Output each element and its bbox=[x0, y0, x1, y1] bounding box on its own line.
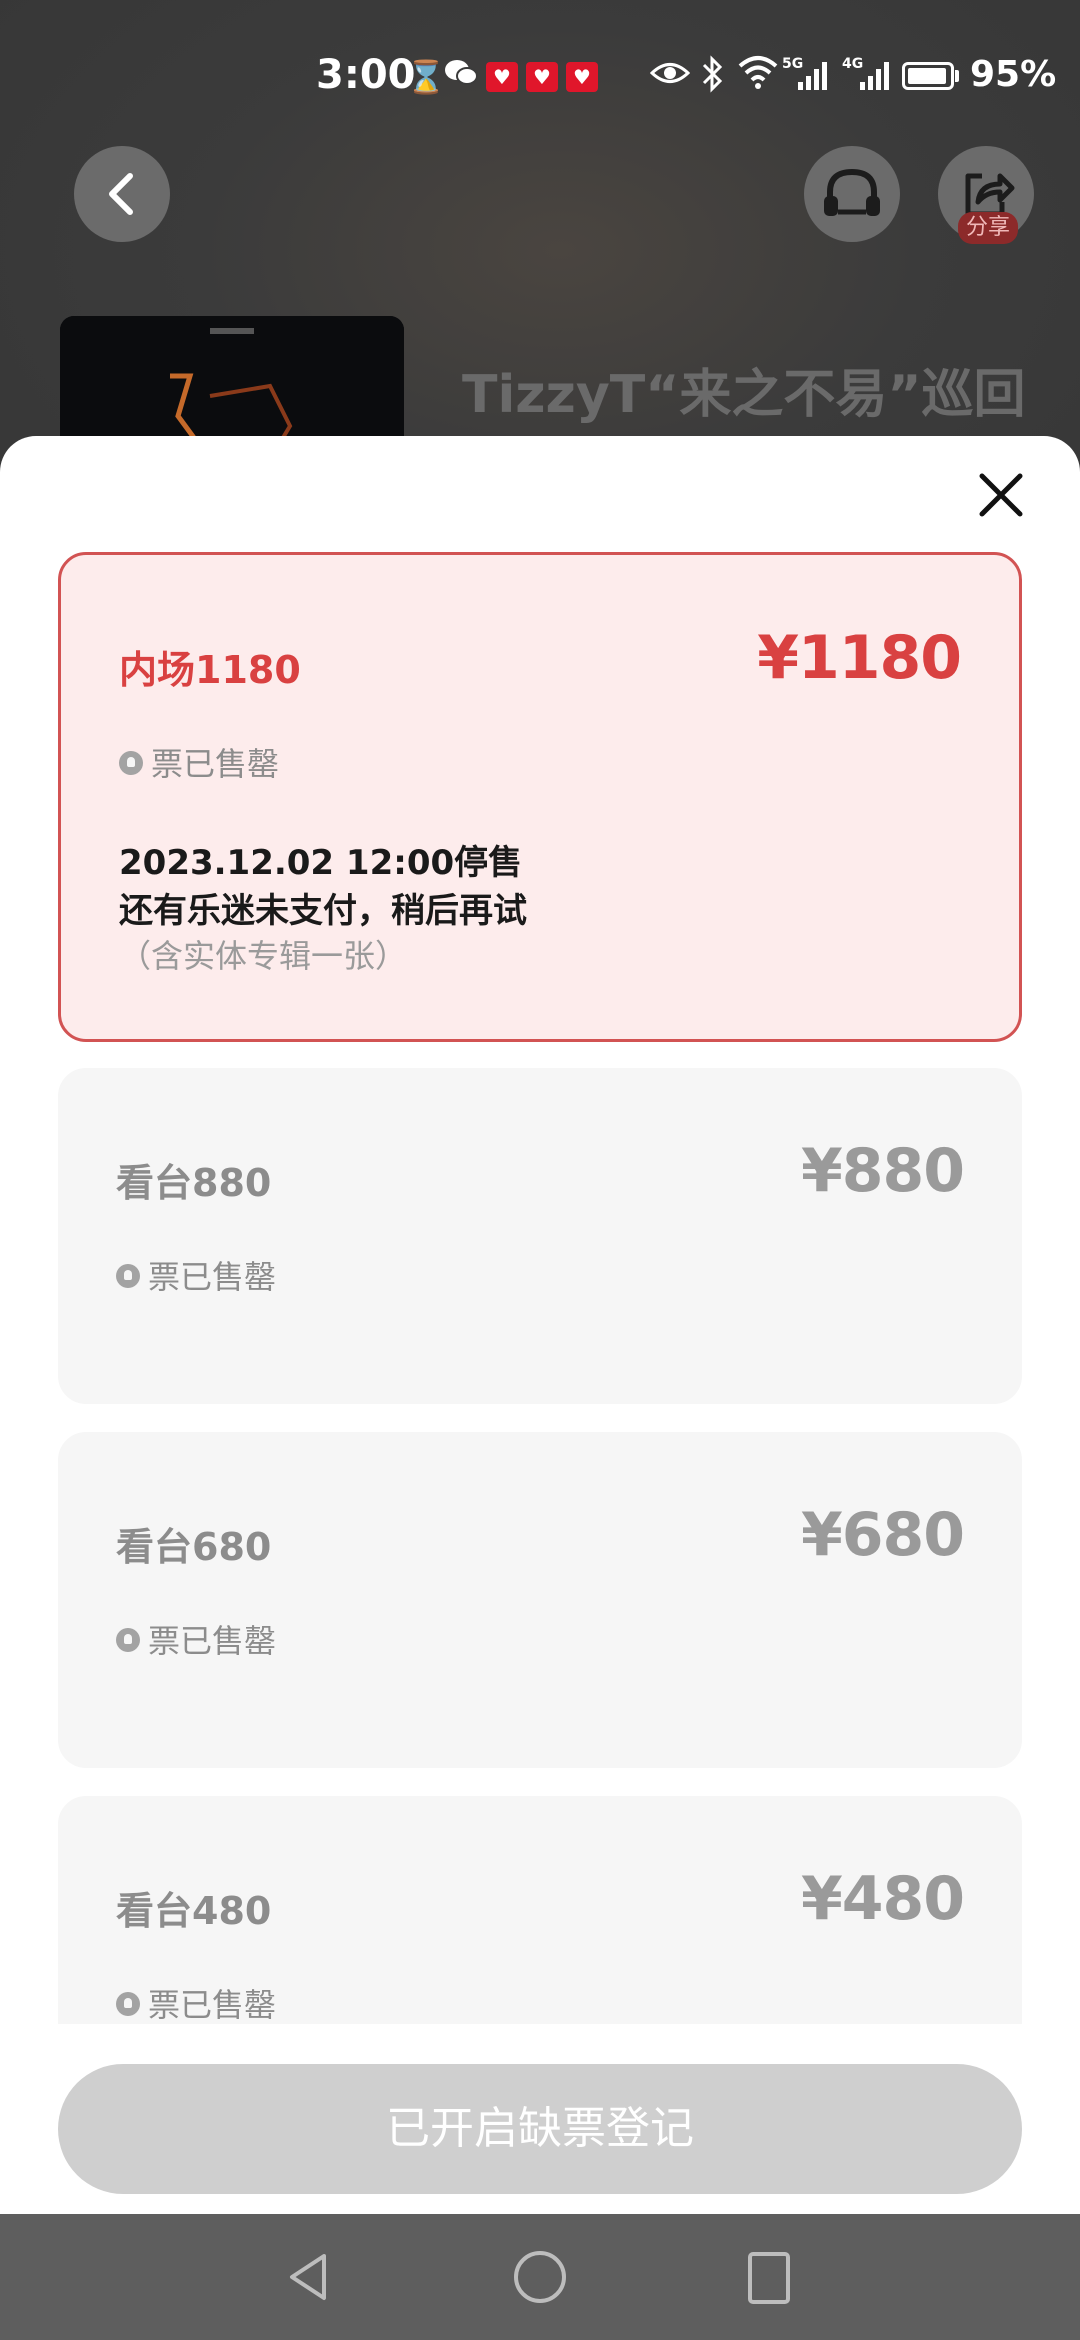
ticket-price: ¥480 bbox=[801, 1864, 965, 1934]
ticket-price: ¥1180 bbox=[757, 623, 962, 693]
battery-percentage: 95% bbox=[970, 54, 1057, 95]
notification-badge-icon: ♥ bbox=[566, 62, 598, 92]
unpaid-notice: 还有乐迷未支付，稍后再试 bbox=[119, 891, 527, 931]
back-arrow-icon bbox=[109, 173, 133, 215]
ticket-tier-sheet: 内场1180 ¥1180 票已售罄 2023.12.02 12:00停售 还有乐… bbox=[0, 436, 1080, 2214]
soldout-status: 票已售罄 bbox=[119, 739, 279, 785]
soldout-label: 票已售罄 bbox=[148, 1622, 277, 1660]
ticket-name: 看台680 bbox=[116, 1525, 272, 1569]
nav-home-icon[interactable] bbox=[505, 2242, 575, 2312]
battery-tip bbox=[955, 70, 959, 82]
status-time: 3:00 bbox=[316, 52, 416, 98]
nav-back-icon[interactable] bbox=[274, 2242, 344, 2312]
soldout-label: 票已售罄 bbox=[148, 1986, 277, 2024]
soldout-label: 票已售罄 bbox=[151, 745, 280, 783]
close-icon bbox=[979, 473, 1023, 517]
ticket-note: （含实体专辑一张） bbox=[119, 937, 408, 975]
wechat-icon bbox=[444, 58, 478, 96]
soldout-status: 票已售罄 bbox=[116, 1252, 276, 1298]
nav-recent-apps-icon[interactable] bbox=[734, 2242, 804, 2312]
soldout-bell-icon bbox=[116, 1628, 140, 1652]
headset-icon bbox=[824, 168, 880, 216]
bluetooth-icon bbox=[700, 54, 724, 103]
eye-icon bbox=[649, 56, 691, 97]
soldout-bell-icon bbox=[116, 1264, 140, 1288]
ticket-price: ¥880 bbox=[801, 1136, 965, 1206]
close-button[interactable] bbox=[970, 464, 1032, 526]
ticket-name: 看台480 bbox=[116, 1889, 272, 1933]
hourglass-icon: ⌛ bbox=[406, 58, 446, 96]
status-bar: 3:00 ⌛ ♥ ♥ ♥ 5G 4G 95% bbox=[0, 0, 1080, 150]
customer-service-button[interactable] bbox=[804, 146, 900, 242]
ticket-name: 内场1180 bbox=[119, 648, 301, 692]
notification-badge-icon: ♥ bbox=[526, 62, 558, 92]
soldout-label: 票已售罄 bbox=[148, 1258, 277, 1296]
soldout-status: 票已售罄 bbox=[116, 1616, 276, 1662]
share-label: 分享 bbox=[958, 212, 1018, 244]
soldout-bell-icon bbox=[119, 751, 143, 775]
signal-icon bbox=[796, 58, 830, 96]
notification-badge-icon: ♥ bbox=[486, 62, 518, 92]
ticket-option-stand-880[interactable]: 看台880 ¥880 票已售罄 bbox=[58, 1068, 1022, 1404]
soldout-status: 票已售罄 bbox=[116, 1980, 276, 2024]
ticket-option-stand-480[interactable]: 看台480 ¥480 票已售罄 bbox=[58, 1796, 1022, 2024]
back-button[interactable] bbox=[74, 146, 170, 242]
sale-end-time: 2023.12.02 12:00停售 bbox=[119, 843, 523, 883]
battery-level-fill bbox=[908, 68, 946, 84]
wifi-icon bbox=[738, 54, 778, 94]
soldout-bell-icon bbox=[116, 1992, 140, 2016]
ticket-list: 内场1180 ¥1180 票已售罄 2023.12.02 12:00停售 还有乐… bbox=[0, 552, 1080, 2024]
event-title: TizzyT“来之不易”巡回 bbox=[462, 365, 1026, 425]
shortage-registration-button[interactable]: 已开启缺票登记 bbox=[58, 2064, 1022, 2194]
ticket-price: ¥680 bbox=[801, 1500, 965, 1570]
signal-icon bbox=[858, 58, 892, 96]
ticket-option-vip[interactable]: 内场1180 ¥1180 票已售罄 2023.12.02 12:00停售 还有乐… bbox=[58, 552, 1022, 1042]
system-navigation-bar bbox=[0, 2214, 1080, 2340]
battery-icon bbox=[902, 62, 954, 90]
ticket-name: 看台880 bbox=[116, 1161, 272, 1205]
ticket-option-stand-680[interactable]: 看台680 ¥680 票已售罄 bbox=[58, 1432, 1022, 1768]
